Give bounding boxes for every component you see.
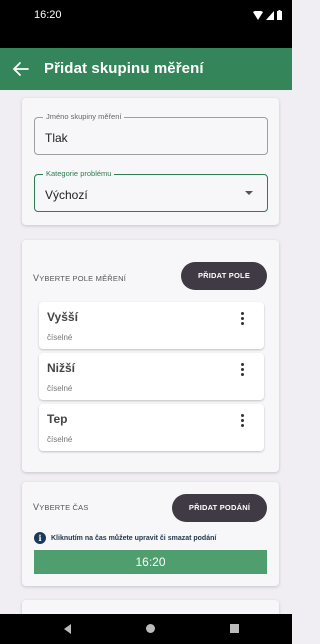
info-icon: i: [34, 532, 46, 544]
info-row: i Kliknutím na čas můžete upravit či sma…: [34, 532, 216, 544]
arrow-left-icon[interactable]: [10, 58, 32, 80]
field-item-type: číselné: [47, 384, 73, 393]
battery-icon: [277, 10, 282, 20]
fields-card: VYBERTE POLE MĚŘENÍ PŘIDAT POLE Vyšší čí…: [22, 240, 279, 472]
info-text: Kliknutím na čas můžete upravit či smaza…: [51, 534, 217, 542]
nav-home-icon[interactable]: [146, 624, 155, 633]
time-section-label: VYBERTE ČAS: [33, 502, 89, 512]
add-dose-button[interactable]: PŘIDAT PODÁNÍ: [172, 494, 267, 522]
nav-back-icon[interactable]: [64, 624, 71, 634]
fields-section-label-rest: YBERTE POLE MĚŘENÍ: [39, 274, 127, 283]
status-time: 16:20: [34, 9, 62, 21]
more-vert-icon[interactable]: [238, 311, 246, 327]
more-vert-icon[interactable]: [238, 413, 246, 429]
field-item-nizsi[interactable]: Nižší číselné: [39, 353, 264, 400]
add-field-button[interactable]: PŘIDAT POLE: [181, 262, 267, 290]
field-item-type: číselné: [47, 333, 73, 342]
next-card: [22, 600, 279, 614]
dropdown-arrow-icon: [245, 191, 253, 195]
field-item-name: Tep: [47, 412, 68, 426]
field-item-name: Vyšší: [47, 310, 78, 324]
status-icons: [253, 10, 282, 20]
app-bar: Přidat skupinu měření: [0, 48, 292, 90]
more-vert-icon[interactable]: [238, 362, 246, 378]
system-nav-bar: [0, 614, 292, 644]
group-name-label: Jméno skupiny měření: [43, 112, 125, 122]
fields-section-label: VYBERTE POLE MĚŘENÍ: [33, 273, 126, 283]
group-name-value: Tlak: [45, 131, 68, 145]
category-label: Kategorie problému: [43, 169, 115, 179]
group-info-card: Jméno skupiny měření Tlak Kategorie prob…: [22, 98, 279, 225]
group-name-field[interactable]: Jméno skupiny měření Tlak: [34, 112, 268, 155]
wifi-icon: [253, 10, 263, 20]
field-item-type: číselné: [47, 435, 73, 444]
nav-recent-icon[interactable]: [230, 624, 239, 633]
field-item-name: Nižší: [47, 361, 76, 375]
time-card: VYBERTE ČAS PŘIDAT PODÁNÍ i Kliknutím na…: [22, 482, 279, 586]
time-section-label-rest: YBERTE ČAS: [39, 503, 89, 512]
signal-icon: [266, 10, 274, 20]
time-entry[interactable]: 16:20: [34, 550, 267, 574]
status-bar: 16:20: [0, 0, 292, 48]
field-item-tep[interactable]: Tep číselné: [39, 404, 264, 451]
page-title: Přidat skupinu měření: [44, 60, 204, 77]
category-value: Výchozí: [45, 188, 88, 202]
category-select[interactable]: Kategorie problému Výchozí: [34, 169, 268, 212]
field-item-vyssi[interactable]: Vyšší číselné: [39, 302, 264, 349]
form-content[interactable]: Jméno skupiny měření Tlak Kategorie prob…: [0, 90, 292, 614]
